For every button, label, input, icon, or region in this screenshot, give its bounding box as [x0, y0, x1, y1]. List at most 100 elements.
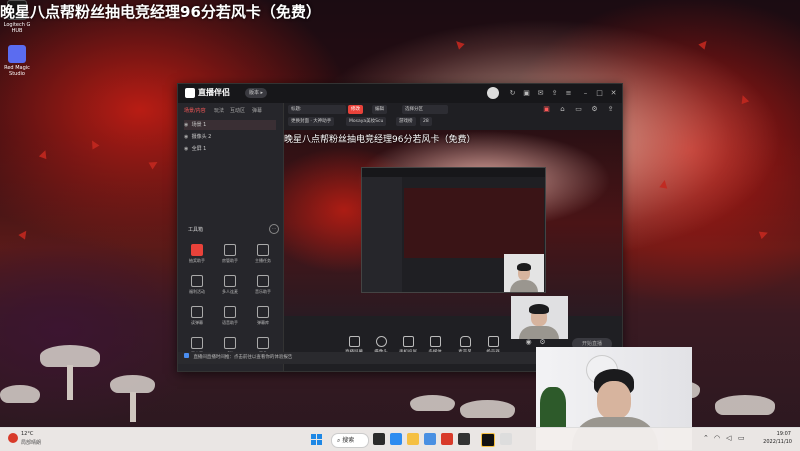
person-body [510, 280, 538, 292]
search-icon: ⌕ [337, 437, 341, 444]
clock-date[interactable]: 2022/11/10 [752, 439, 792, 445]
maximize-icon[interactable]: □ [595, 89, 604, 98]
close-icon[interactable]: ✕ [609, 89, 618, 98]
tool-label: 音乐助手 [255, 289, 271, 294]
scene-row[interactable]: ◉ 摄像头 2 [184, 132, 276, 142]
scene-row[interactable]: ◉ 场景 1 [184, 120, 276, 130]
wallpaper-mushroom [40, 345, 100, 367]
left-panel: 场景/内容 玩法 互动区 弹幕 ◉ 场景 1 ◉ 摄像头 2 ◉ 全屏 1 工具… [178, 103, 284, 371]
card-icon[interactable]: ▭ [574, 105, 583, 114]
wallpaper-leaf [758, 228, 770, 240]
tool-room-admin[interactable]: 房管助手 [214, 244, 246, 264]
version-button[interactable]: 版本 ▸ [245, 88, 267, 98]
tool-multi-mic[interactable]: 多人连麦 [214, 275, 246, 295]
refresh-icon[interactable]: ↻ [508, 89, 517, 98]
main-area: 标题: 修改 编辑 选择分区 ▣ ⌂ ▭ ⚙ ⇪ 更换封面 · 大神助手 Mos… [284, 103, 622, 371]
tool-label: 弹幕库 [257, 320, 269, 325]
desktop-icon-label: Logitech G HUB [3, 22, 31, 34]
tool-lottery[interactable]: 抽奖助手 [181, 244, 213, 264]
settings-icon[interactable]: ⚙ [538, 338, 547, 347]
user-avatar[interactable] [487, 87, 499, 99]
header-controls: 标题: 修改 编辑 选择分区 ▣ ⌂ ▭ ⚙ ⇪ [284, 103, 622, 116]
taskbar-search[interactable]: ⌕ 搜索 [331, 433, 369, 448]
more-icon [257, 337, 269, 349]
eye-icon[interactable]: ◉ [184, 144, 190, 154]
eye-icon[interactable]: ◉ [524, 338, 533, 347]
battery-icon[interactable]: ▭ [738, 434, 745, 442]
weather-icon[interactable] [8, 433, 18, 443]
game-rank: 游戏榜 [396, 117, 416, 126]
wallpaper-leaf [148, 158, 160, 170]
tool-voice[interactable]: 语音助手 [214, 306, 246, 326]
stream-preview[interactable]: 晚星八点帮粉丝抽电竞经理96分若风卡（免费） [284, 130, 622, 316]
wallpaper-leaf [38, 148, 50, 160]
wallpaper-leaf [18, 228, 30, 240]
modify-button[interactable]: 修改 [348, 105, 363, 114]
wallpaper-mushroom-stem [130, 392, 136, 422]
tab-play[interactable]: 玩法 [214, 107, 224, 114]
weather-temperature[interactable]: 12°C [21, 431, 33, 437]
file-explorer-icon[interactable] [407, 433, 419, 445]
settings-icon[interactable]: ⚙ [590, 105, 599, 114]
chevron-up-icon[interactable]: ⌃ [703, 434, 709, 442]
microphone-icon [459, 336, 471, 347]
tool-read-danmaku[interactable]: 读弹幕 [181, 306, 213, 326]
message-icon[interactable]: ✉ [536, 89, 545, 98]
nested-left-panel [362, 177, 402, 292]
tool-music[interactable]: 音乐助手 [247, 275, 279, 295]
live-companion-taskbar-icon[interactable] [481, 433, 495, 447]
tool-label: 房管助手 [222, 258, 238, 263]
taskbar: 12°C 局部晴朗 ⌕ 搜索 ⌃ ◠ ◁ ▭ 19:07 2022/11/10 [0, 427, 800, 451]
title-field[interactable]: 标题: [288, 105, 346, 114]
tab-danmaku[interactable]: 弹幕 [252, 107, 262, 114]
store-icon[interactable] [424, 433, 436, 445]
app-light-icon[interactable] [500, 433, 512, 445]
edit-button[interactable]: 编辑 [372, 105, 387, 114]
tool-label: 抽奖助手 [189, 258, 205, 263]
clock-time[interactable]: 19:07 [761, 431, 791, 437]
welfare-icon [191, 275, 203, 287]
app-dark-icon[interactable] [458, 433, 470, 445]
windows-start-icon[interactable] [311, 434, 322, 445]
menu-icon[interactable]: ≡ [564, 89, 573, 98]
store-icon[interactable]: ⌂ [558, 105, 567, 114]
tool-danmaku-lib[interactable]: 弹幕库 [247, 306, 279, 326]
app-red-icon[interactable] [441, 433, 453, 445]
minimize-icon[interactable]: – [581, 89, 590, 98]
wifi-icon[interactable]: ◠ [714, 434, 720, 442]
gift-icon[interactable]: ▣ [522, 89, 531, 98]
gift-icon[interactable]: ▣ [542, 105, 551, 114]
stream-overlay-title: 晚星八点帮粉丝抽电竞经理96分若风卡（免费） [0, 3, 321, 21]
tool-label: 多人连麦 [222, 289, 238, 294]
tab-scenes[interactable]: 场景/内容 [184, 107, 206, 114]
tool-welfare[interactable]: 福利活动 [181, 275, 213, 295]
download-icon [224, 275, 236, 287]
screen-icon [348, 336, 360, 347]
category-select[interactable]: 选择分区 [402, 105, 448, 114]
tool-anchor-task[interactable]: 主播任务 [247, 244, 279, 264]
red-magic-studio-desktop-icon[interactable]: Red Magic Studio [0, 45, 34, 77]
more-tools-button[interactable]: ··· [269, 224, 279, 234]
task-view-icon[interactable] [373, 433, 385, 445]
nested-preview [404, 188, 544, 258]
nested-webcam [504, 254, 544, 292]
edge-browser-icon[interactable] [390, 433, 402, 445]
volume-icon[interactable]: ◁ [726, 434, 731, 442]
room-name: Mosaya美妆Scu [346, 117, 387, 126]
tools-heading: 工具箱 [188, 227, 204, 233]
cover-button[interactable]: 更换封面 · 大神助手 [288, 117, 335, 126]
wallpaper-leaf [88, 138, 100, 150]
tab-interaction[interactable]: 互动区 [230, 107, 245, 114]
wallpaper-leaf [659, 179, 669, 189]
share-icon[interactable]: ⇪ [550, 89, 559, 98]
scene-row[interactable]: ◉ 全屏 1 [184, 144, 276, 154]
info-icon [184, 353, 189, 358]
share-icon[interactable]: ⇪ [606, 105, 615, 114]
music-icon [257, 275, 269, 287]
person-hair [529, 304, 549, 314]
weather-description[interactable]: 局部晴朗 [21, 439, 41, 446]
eye-icon[interactable]: ◉ [184, 132, 190, 142]
header-info-row: 更换封面 · 大神助手 Mosaya美妆Scu 游戏榜 28 [284, 117, 622, 127]
eye-icon[interactable]: ◉ [184, 120, 190, 130]
plant [540, 387, 566, 427]
